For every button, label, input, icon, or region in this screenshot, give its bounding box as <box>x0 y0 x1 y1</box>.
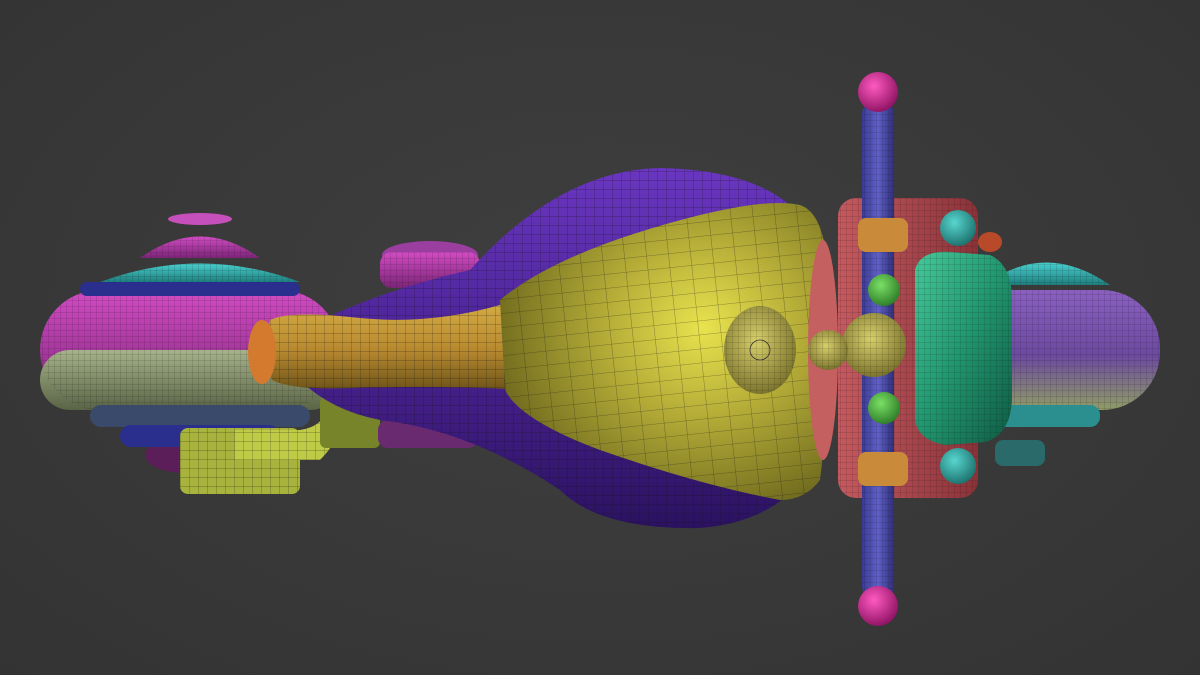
viewport <box>0 0 1200 675</box>
knob-bottom <box>868 392 900 424</box>
handlebar-end-bottom <box>858 586 898 626</box>
handlebar-end-top <box>858 72 898 112</box>
motorcycle-wireframe-render <box>40 72 1160 626</box>
knob-top <box>868 274 900 306</box>
turn-signal-bottom <box>940 448 976 484</box>
turn-signal-top <box>940 210 976 246</box>
headlight <box>915 251 1012 445</box>
